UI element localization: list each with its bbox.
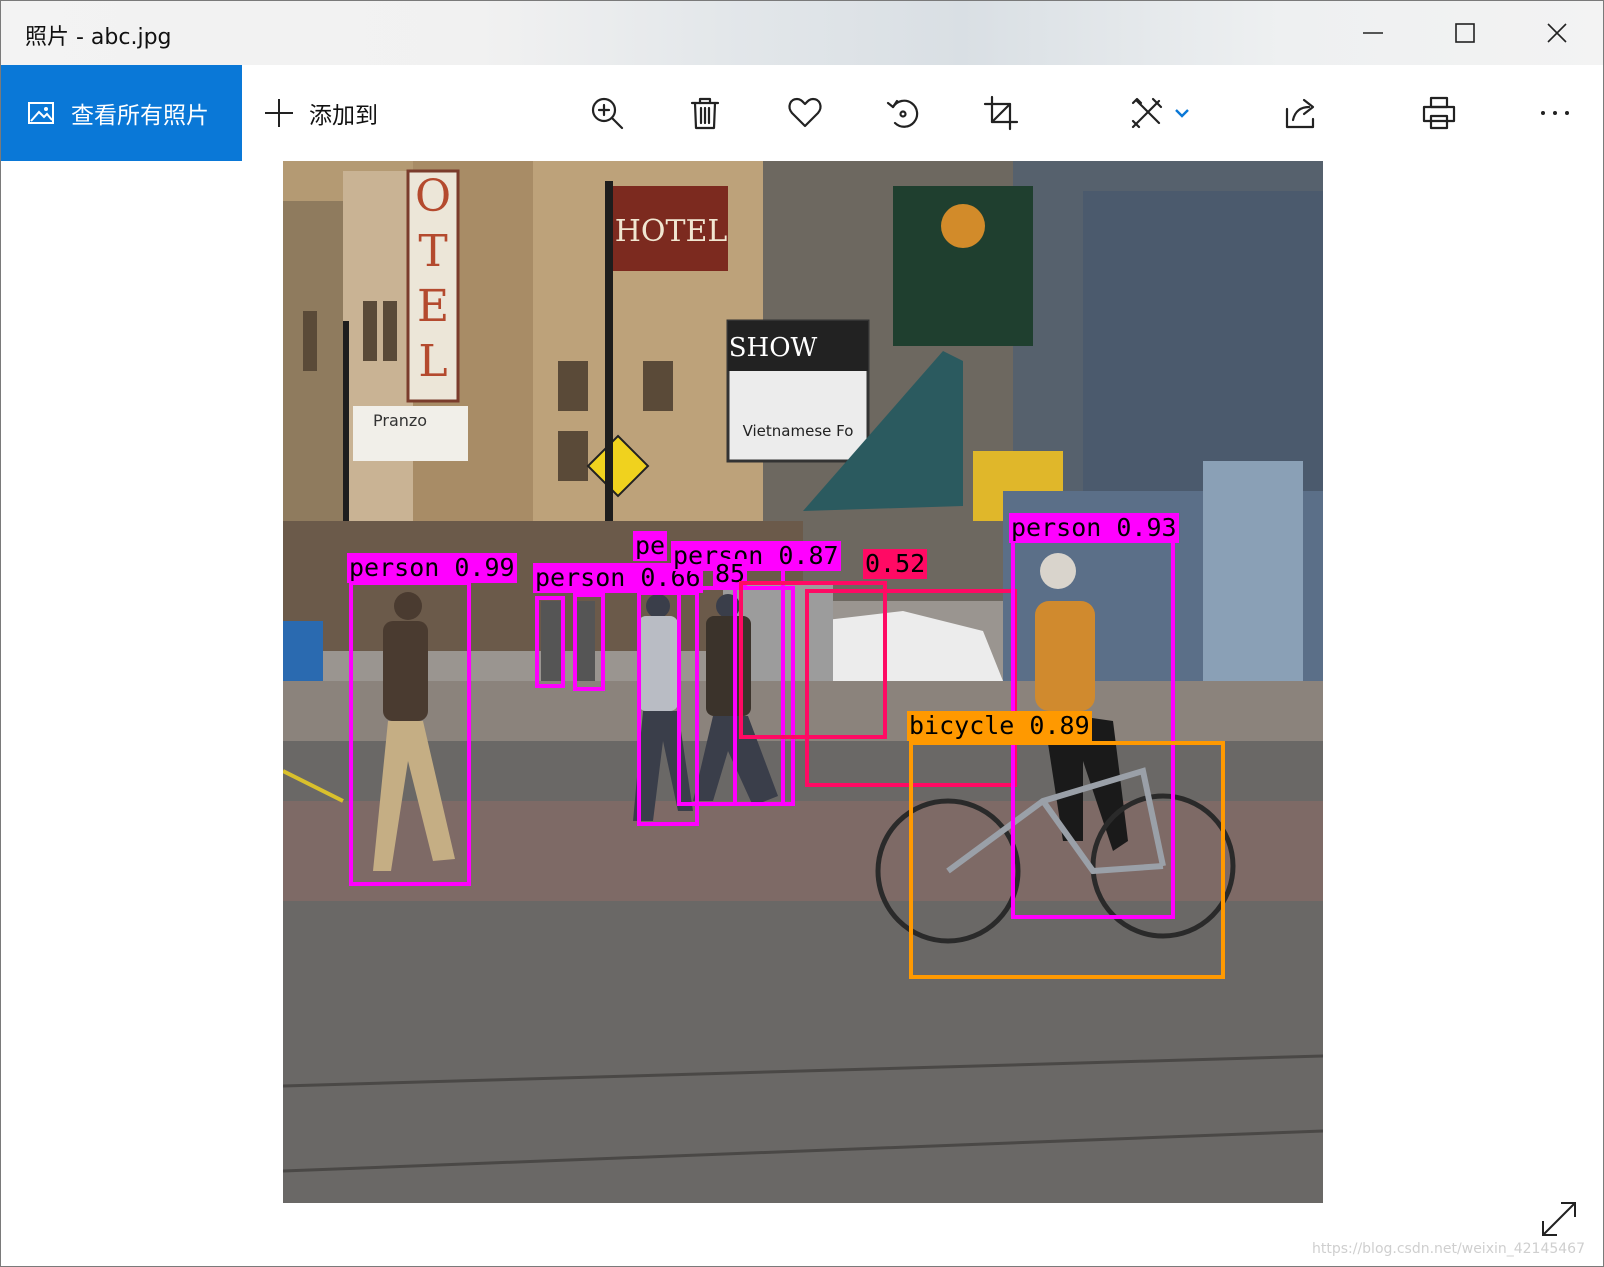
print-button[interactable] [1413, 87, 1465, 139]
delete-icon [690, 97, 720, 130]
watermark: https://blog.csdn.net/weixin_42145467 [1311, 1241, 1585, 1257]
detection-label: person 0.87 [671, 541, 841, 571]
svg-text:Vietnamese Fo: Vietnamese Fo [743, 422, 854, 440]
more-icon [1541, 111, 1569, 115]
svg-text:T: T [418, 226, 447, 277]
detection-label: 0.52 [863, 549, 928, 579]
view-all-photos-button[interactable]: 查看所有照片 [1, 65, 242, 161]
detection-label: person 0.99 [347, 553, 517, 583]
fullscreen-button[interactable] [1537, 1197, 1581, 1241]
detection-box-person [535, 596, 565, 688]
photo-canvas[interactable]: O T E L HOTEL SHOW Vietnamese Fo Pranzo [283, 161, 1323, 1203]
edit-dropdown-button[interactable] [1167, 87, 1197, 139]
photos-app-window: 照片 - abc.jpg 查看所有照片 添加到 O T E L HOTEL SH… [0, 0, 1604, 1267]
edit-draw-icon [1131, 97, 1163, 129]
favorite-button[interactable] [779, 87, 831, 139]
svg-text:HOTEL: HOTEL [615, 214, 728, 249]
print-icon [1422, 96, 1456, 130]
detection-label: bicycle 0.89 [907, 711, 1092, 741]
svg-text:SHOW: SHOW [729, 333, 818, 363]
svg-text:L: L [418, 336, 447, 387]
add-to-label: 添加到 [309, 103, 378, 129]
svg-text:E: E [417, 281, 449, 332]
expand-icon [1542, 1202, 1576, 1236]
crop-icon [983, 95, 1019, 131]
maximize-button[interactable] [1419, 1, 1511, 65]
rotate-button[interactable] [877, 87, 929, 139]
svg-text:O: O [415, 171, 451, 222]
title-bar: 照片 - abc.jpg [1, 1, 1603, 65]
zoom-in-icon [591, 97, 624, 130]
share-icon [1285, 98, 1315, 129]
crop-button[interactable] [975, 87, 1027, 139]
edit-create-button[interactable] [1121, 87, 1173, 139]
minimize-icon [1363, 32, 1383, 34]
detection-box-person [349, 581, 471, 886]
rotate-icon [886, 99, 919, 128]
photo-gallery-icon [28, 102, 54, 124]
toolbar: 查看所有照片 添加到 [1, 65, 1603, 161]
delete-button[interactable] [679, 87, 731, 139]
share-button[interactable] [1275, 87, 1327, 139]
detection-box-person [573, 593, 605, 691]
detection-box-bicycle [909, 741, 1225, 979]
window-title: 照片 - abc.jpg [25, 25, 172, 50]
close-icon [1547, 23, 1567, 43]
zoom-button[interactable] [581, 87, 633, 139]
svg-text:Pranzo: Pranzo [373, 411, 427, 430]
more-options-button[interactable] [1529, 87, 1581, 139]
chevron-down-icon [1175, 109, 1189, 118]
add-to-button[interactable]: 添加到 [263, 65, 378, 161]
plus-icon [265, 99, 293, 127]
minimize-button[interactable] [1327, 1, 1419, 65]
maximize-icon [1455, 23, 1475, 43]
favorite-icon [788, 97, 822, 128]
detection-label: person 0.93 [1009, 513, 1179, 543]
view-all-photos-label: 查看所有照片 [71, 103, 209, 129]
close-button[interactable] [1511, 1, 1603, 65]
detection-label: pe [633, 531, 668, 561]
